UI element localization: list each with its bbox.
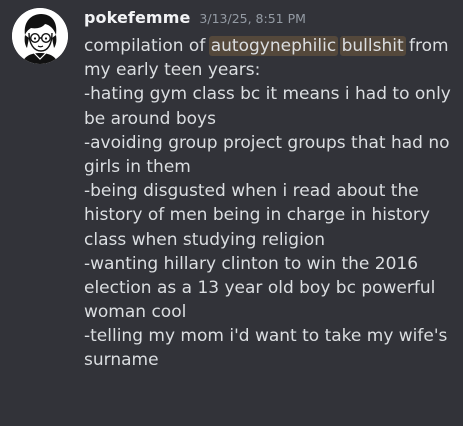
- chat-message: pokefemme 3/13/25, 8:51 PM compilation of…: [0, 0, 463, 426]
- message-header: pokefemme 3/13/25, 8:51 PM: [84, 5, 306, 32]
- message-line: girls in them: [84, 156, 191, 177]
- message-line: -avoiding group project groups that had …: [84, 132, 450, 153]
- message-line: surname: [84, 350, 159, 371]
- message-line: class when studying religion: [84, 229, 325, 250]
- text-segment: compilation of: [84, 36, 211, 56]
- message-line: woman cool: [84, 302, 187, 323]
- message-content: compilation of autogynephilic bullshit f…: [84, 34, 456, 373]
- message-line: history of men being in charge in histor…: [84, 205, 430, 226]
- username[interactable]: pokefemme: [84, 8, 190, 27]
- timestamp[interactable]: 3/13/25, 8:51 PM: [199, 11, 306, 26]
- message-line: election as a 13 year old boy bc powerfu…: [84, 277, 436, 298]
- highlighted-word: autogynephilic: [208, 36, 339, 56]
- message-line: -wanting hillary clinton to win the 2016: [84, 253, 419, 274]
- message-line: -hating gym class bc it means i had to o…: [84, 84, 451, 105]
- message-line: compilation of autogynephilic bullshit f…: [84, 34, 456, 58]
- message-line: be around boys: [84, 108, 216, 129]
- message-line: -telling my mom i'd want to take my wife…: [84, 326, 448, 347]
- text-segment: from: [403, 36, 449, 56]
- message-line: my early teen years:: [84, 60, 261, 81]
- message-line: -being disgusted when i read about the: [84, 181, 419, 202]
- user-avatar-icon[interactable]: [12, 8, 68, 64]
- highlighted-word: bullshit: [339, 36, 406, 56]
